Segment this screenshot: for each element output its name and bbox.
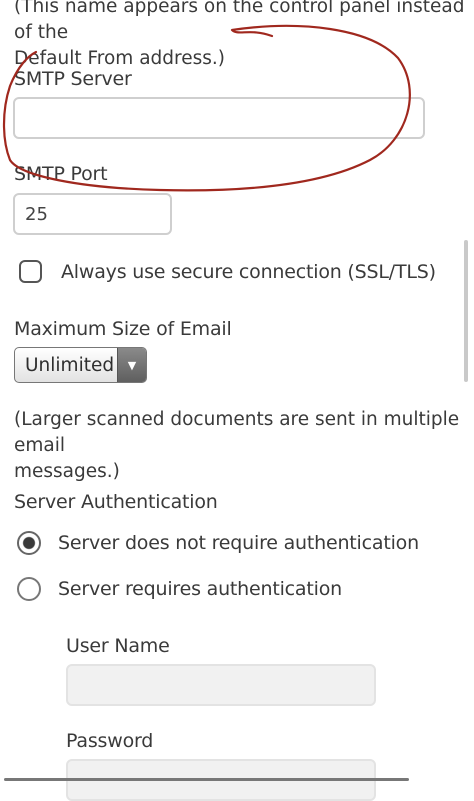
- annotation-oval-stroke: [2, 24, 411, 192]
- annotation-oval-overlay: [2, 24, 411, 192]
